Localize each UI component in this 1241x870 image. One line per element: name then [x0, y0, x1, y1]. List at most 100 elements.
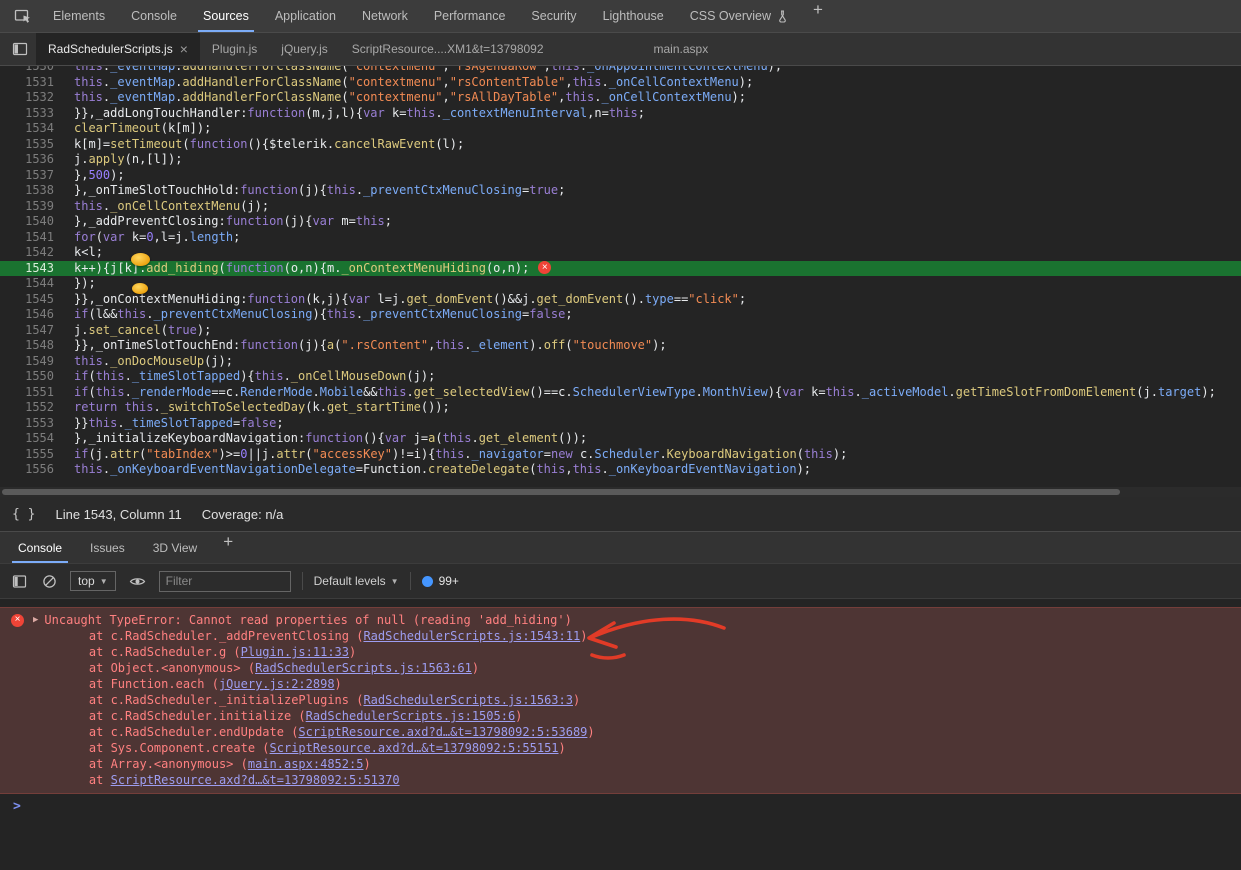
line-number[interactable]: 1537 [0, 168, 60, 184]
stack-frame-text: ) [573, 693, 580, 707]
line-number[interactable]: 1539 [0, 199, 60, 215]
add-drawer-tab-icon[interactable]: + [211, 532, 245, 563]
drawer-tab-issues[interactable]: Issues [76, 532, 139, 563]
log-levels-dropdown[interactable]: Default levels ▼ [314, 574, 399, 588]
line-number[interactable]: 1542 [0, 245, 60, 261]
line-number[interactable]: 1551 [0, 385, 60, 401]
main-tab-sources[interactable]: Sources [190, 0, 262, 32]
console-prompt[interactable]: > [0, 794, 1241, 818]
drawer-tab-3d-view[interactable]: 3D View [139, 532, 211, 563]
line-number[interactable]: 1552 [0, 400, 60, 416]
line-number[interactable]: 1536 [0, 152, 60, 168]
main-tab-performance[interactable]: Performance [421, 0, 519, 32]
source-link[interactable]: RadSchedulerScripts.js:1543:11 [363, 629, 580, 643]
code-text: },_addPreventClosing:function(j){var m=t… [60, 214, 392, 230]
drawer-tab-console[interactable]: Console [4, 532, 76, 563]
line-number[interactable]: 1546 [0, 307, 60, 323]
line-number[interactable]: 1547 [0, 323, 60, 339]
source-link[interactable]: main.aspx:4852:5 [248, 757, 364, 771]
source-link[interactable]: RadSchedulerScripts.js:1505:6 [306, 709, 516, 723]
tab-label: Network [362, 9, 408, 23]
toggle-navigator-icon[interactable] [4, 33, 36, 65]
line-number[interactable]: 1556 [0, 462, 60, 478]
inspect-element-icon [14, 7, 32, 25]
code-text: k<l; [60, 245, 103, 261]
inspect-element-icon[interactable] [6, 0, 40, 32]
clear-console-icon [42, 574, 57, 589]
scrollbar-thumb[interactable] [2, 489, 1120, 495]
clear-console-icon[interactable] [40, 574, 59, 589]
stack-frame-text: ) [580, 629, 587, 643]
source-link[interactable]: ScriptResource.axd?d…&t=13798092:5:53689 [298, 725, 587, 739]
line-number[interactable]: 1538 [0, 183, 60, 199]
code-line-1530: 1530this._eventMap.addHandlerForClassNam… [0, 66, 1241, 75]
stack-frame: at c.RadScheduler.initialize (RadSchedul… [0, 708, 1241, 724]
file-tab-jquery-js[interactable]: jQuery.js [269, 33, 339, 65]
line-number[interactable]: 1540 [0, 214, 60, 230]
stack-frame: at c.RadScheduler._addPreventClosing (Ra… [0, 628, 1241, 644]
code-line-1548: 1548}},_onTimeSlotTouchEnd:function(j){a… [0, 338, 1241, 354]
source-link[interactable]: ScriptResource.axd?d…&t=13798092:5:51370 [111, 773, 400, 787]
main-tab-css-overview[interactable]: CSS Overview [677, 0, 801, 32]
line-number[interactable]: 1544 [0, 276, 60, 292]
code-text: this._eventMap.addHandlerForClassName("c… [60, 75, 753, 91]
eye-icon [129, 574, 146, 589]
inline-error-icon[interactable]: × [538, 261, 551, 274]
line-number[interactable]: 1555 [0, 447, 60, 463]
stack-frame-text: at Object.<anonymous> ( [60, 661, 255, 675]
file-tab-scriptresource-xm1-t-13798092[interactable]: ScriptResource....XM1&t=13798092 [340, 33, 556, 65]
console-filter-input[interactable] [159, 571, 291, 592]
source-link[interactable]: RadSchedulerScripts.js:1563:61 [255, 661, 472, 675]
line-number[interactable]: 1532 [0, 90, 60, 106]
code-text: if(this._timeSlotTapped){this._onCellMou… [60, 369, 435, 385]
stack-frame: at Array.<anonymous> (main.aspx:4852:5) [0, 756, 1241, 772]
line-number[interactable]: 1550 [0, 369, 60, 385]
line-number[interactable]: 1549 [0, 354, 60, 370]
file-tab-plugin-js[interactable]: Plugin.js [200, 33, 269, 65]
main-tab-security[interactable]: Security [518, 0, 589, 32]
more-tabs-icon[interactable]: + [801, 0, 835, 32]
line-number[interactable]: 1548 [0, 338, 60, 354]
code-text: for(var k=0,l=j.length; [60, 230, 240, 246]
line-number[interactable]: 1531 [0, 75, 60, 91]
line-number[interactable]: 1530 [0, 66, 60, 75]
code-text: j.set_cancel(true); [60, 323, 211, 339]
horizontal-scrollbar[interactable] [0, 487, 1241, 497]
line-number[interactable]: 1553 [0, 416, 60, 432]
main-tab-console[interactable]: Console [118, 0, 190, 32]
close-tab-icon[interactable]: × [180, 42, 188, 56]
context-selector[interactable]: top ▼ [70, 571, 116, 591]
line-number[interactable]: 1543 [0, 261, 60, 277]
code-line-1544: 1544}); [0, 276, 1241, 292]
line-number[interactable]: 1554 [0, 431, 60, 447]
error-message: Uncaught TypeError: Cannot read properti… [44, 612, 571, 628]
live-expression-eye-icon[interactable] [127, 574, 148, 589]
main-tab-application[interactable]: Application [262, 0, 349, 32]
code-text: this._eventMap.addHandlerForClassName("c… [60, 66, 782, 75]
source-link[interactable]: jQuery.js:2:2898 [219, 677, 335, 691]
console-sidebar-icon[interactable] [10, 574, 29, 589]
issues-counter[interactable]: 99+ [422, 574, 459, 588]
main-tab-lighthouse[interactable]: Lighthouse [590, 0, 677, 32]
line-number[interactable]: 1545 [0, 292, 60, 308]
stack-frame-text: ) [363, 757, 370, 771]
line-number[interactable]: 1534 [0, 121, 60, 137]
main-tab-elements[interactable]: Elements [40, 0, 118, 32]
code-text: },_initializeKeyboardNavigation:function… [60, 431, 587, 447]
code-line-1552: 1552return this._switchToSelectedDay(k.g… [0, 400, 1241, 416]
expand-triangle-icon[interactable]: ▶ [33, 612, 38, 628]
source-link[interactable]: RadSchedulerScripts.js:1563:3 [363, 693, 573, 707]
source-link[interactable]: ScriptResource.axd?d…&t=13798092:5:55151 [270, 741, 559, 755]
source-link[interactable]: Plugin.js:11:33 [241, 645, 349, 659]
file-tab-radschedulerscripts-js[interactable]: RadSchedulerScripts.js× [36, 33, 200, 65]
line-number[interactable]: 1535 [0, 137, 60, 153]
line-number[interactable]: 1541 [0, 230, 60, 246]
cursor-position: Line 1543, Column 11 [55, 507, 181, 522]
code-line-1543: 1543k++){j[k].add_hiding(function(o,n){m… [0, 261, 1241, 277]
code-text: },500); [60, 168, 125, 184]
main-tab-network[interactable]: Network [349, 0, 421, 32]
file-tab-strip: RadSchedulerScripts.js×Plugin.jsjQuery.j… [36, 33, 720, 65]
file-tab-main-aspx[interactable]: main.aspx [642, 33, 721, 65]
pretty-print-icon[interactable]: { } [12, 507, 35, 522]
line-number[interactable]: 1533 [0, 106, 60, 122]
